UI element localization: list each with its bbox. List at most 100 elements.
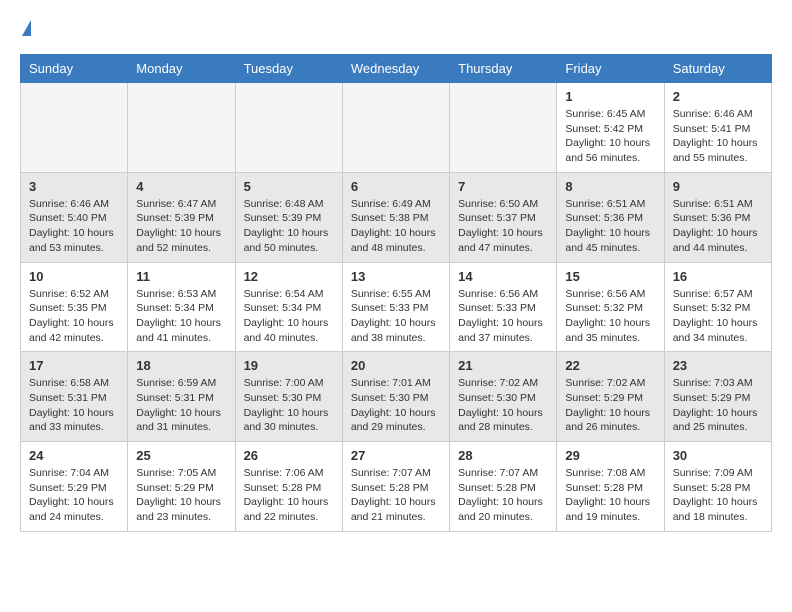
calendar-day-cell [21, 83, 128, 173]
day-number: 22 [565, 358, 655, 373]
day-info: Sunrise: 6:51 AM Sunset: 5:36 PM Dayligh… [565, 197, 655, 256]
day-number: 3 [29, 179, 119, 194]
calendar-day-cell: 21Sunrise: 7:02 AM Sunset: 5:30 PM Dayli… [450, 352, 557, 442]
calendar-day-cell: 17 Sunrise: 6:58 AM Sunset: 5:31 PM Dayli… [21, 352, 128, 442]
calendar-day-cell: 5 Sunrise: 6:48 AM Sunset: 5:39 PM Daylig… [235, 172, 342, 262]
calendar-day-cell: 26Sunrise: 7:06 AM Sunset: 5:28 PM Dayli… [235, 442, 342, 532]
calendar-week-row: 3 Sunrise: 6:46 AM Sunset: 5:40 PM Daylig… [21, 172, 772, 262]
day-number: 20 [351, 358, 441, 373]
day-number: 12 [244, 269, 334, 284]
page-header [20, 20, 772, 38]
day-info: Sunrise: 6:59 AM Sunset: 5:31 PM Dayligh… [136, 376, 226, 435]
calendar-day-cell: 3 Sunrise: 6:46 AM Sunset: 5:40 PM Daylig… [21, 172, 128, 262]
weekday-header-wednesday: Wednesday [342, 55, 449, 83]
day-number: 4 [136, 179, 226, 194]
day-number: 13 [351, 269, 441, 284]
calendar-day-cell: 14 Sunrise: 6:56 AM Sunset: 5:33 PM Dayli… [450, 262, 557, 352]
day-info: Sunrise: 6:50 AM Sunset: 5:37 PM Dayligh… [458, 197, 548, 256]
calendar-day-cell: 23Sunrise: 7:03 AM Sunset: 5:29 PM Dayli… [664, 352, 771, 442]
weekday-header-saturday: Saturday [664, 55, 771, 83]
calendar-day-cell [128, 83, 235, 173]
calendar-day-cell: 15Sunrise: 6:56 AM Sunset: 5:32 PM Dayli… [557, 262, 664, 352]
day-number: 14 [458, 269, 548, 284]
day-number: 16 [673, 269, 763, 284]
day-info: Sunrise: 7:02 AM Sunset: 5:29 PM Dayligh… [565, 376, 655, 435]
day-number: 6 [351, 179, 441, 194]
calendar-day-cell: 12 Sunrise: 6:54 AM Sunset: 5:34 PM Dayli… [235, 262, 342, 352]
day-info: Sunrise: 6:51 AM Sunset: 5:36 PM Dayligh… [673, 197, 763, 256]
weekday-header-thursday: Thursday [450, 55, 557, 83]
calendar-day-cell: 30 Sunrise: 7:09 AM Sunset: 5:28 PM Dayli… [664, 442, 771, 532]
day-number: 1 [565, 89, 655, 104]
day-info: Sunrise: 7:01 AM Sunset: 5:30 PM Dayligh… [351, 376, 441, 435]
day-info: Sunrise: 6:54 AM Sunset: 5:34 PM Dayligh… [244, 287, 334, 346]
calendar-day-cell: 27 Sunrise: 7:07 AM Sunset: 5:28 PM Dayli… [342, 442, 449, 532]
day-number: 8 [565, 179, 655, 194]
day-info: Sunrise: 6:57 AM Sunset: 5:32 PM Dayligh… [673, 287, 763, 346]
day-number: 9 [673, 179, 763, 194]
day-info: Sunrise: 7:08 AM Sunset: 5:28 PM Dayligh… [565, 466, 655, 525]
calendar-day-cell: 6 Sunrise: 6:49 AM Sunset: 5:38 PM Daylig… [342, 172, 449, 262]
day-number: 2 [673, 89, 763, 104]
day-number: 30 [673, 448, 763, 463]
day-number: 10 [29, 269, 119, 284]
day-number: 19 [244, 358, 334, 373]
calendar-day-cell: 19 Sunrise: 7:00 AM Sunset: 5:30 PM Dayli… [235, 352, 342, 442]
day-info: Sunrise: 7:05 AM Sunset: 5:29 PM Dayligh… [136, 466, 226, 525]
day-info: Sunrise: 7:03 AM Sunset: 5:29 PM Dayligh… [673, 376, 763, 435]
calendar-table: SundayMondayTuesdayWednesdayThursdayFrid… [20, 54, 772, 532]
day-info: Sunrise: 7:04 AM Sunset: 5:29 PM Dayligh… [29, 466, 119, 525]
day-info: Sunrise: 6:47 AM Sunset: 5:39 PM Dayligh… [136, 197, 226, 256]
day-info: Sunrise: 7:02 AM Sunset: 5:30 PM Dayligh… [458, 376, 548, 435]
day-info: Sunrise: 6:46 AM Sunset: 5:41 PM Dayligh… [673, 107, 763, 166]
calendar-day-cell: 22 Sunrise: 7:02 AM Sunset: 5:29 PM Dayli… [557, 352, 664, 442]
calendar-day-cell: 29 Sunrise: 7:08 AM Sunset: 5:28 PM Dayli… [557, 442, 664, 532]
day-info: Sunrise: 6:56 AM Sunset: 5:33 PM Dayligh… [458, 287, 548, 346]
day-info: Sunrise: 6:48 AM Sunset: 5:39 PM Dayligh… [244, 197, 334, 256]
day-info: Sunrise: 6:49 AM Sunset: 5:38 PM Dayligh… [351, 197, 441, 256]
calendar-day-cell: 2 Sunrise: 6:46 AM Sunset: 5:41 PM Daylig… [664, 83, 771, 173]
calendar-day-cell [450, 83, 557, 173]
day-number: 18 [136, 358, 226, 373]
calendar-day-cell [342, 83, 449, 173]
calendar-day-cell: 18 Sunrise: 6:59 AM Sunset: 5:31 PM Dayli… [128, 352, 235, 442]
day-number: 24 [29, 448, 119, 463]
calendar-day-cell: 7Sunrise: 6:50 AM Sunset: 5:37 PM Daylig… [450, 172, 557, 262]
calendar-day-cell: 13 Sunrise: 6:55 AM Sunset: 5:33 PM Dayli… [342, 262, 449, 352]
day-info: Sunrise: 7:07 AM Sunset: 5:28 PM Dayligh… [458, 466, 548, 525]
calendar-day-cell: 10 Sunrise: 6:52 AM Sunset: 5:35 PM Dayli… [21, 262, 128, 352]
logo-triangle-icon [22, 20, 31, 36]
weekday-header-friday: Friday [557, 55, 664, 83]
calendar-day-cell: 9 Sunrise: 6:51 AM Sunset: 5:36 PM Daylig… [664, 172, 771, 262]
day-number: 17 [29, 358, 119, 373]
calendar-day-cell: 11 Sunrise: 6:53 AM Sunset: 5:34 PM Dayli… [128, 262, 235, 352]
day-number: 11 [136, 269, 226, 284]
day-info: Sunrise: 6:55 AM Sunset: 5:33 PM Dayligh… [351, 287, 441, 346]
day-info: Sunrise: 6:45 AM Sunset: 5:42 PM Dayligh… [565, 107, 655, 166]
weekday-header-tuesday: Tuesday [235, 55, 342, 83]
day-info: Sunrise: 7:07 AM Sunset: 5:28 PM Dayligh… [351, 466, 441, 525]
weekday-header-sunday: Sunday [21, 55, 128, 83]
day-number: 25 [136, 448, 226, 463]
calendar-day-cell: 20 Sunrise: 7:01 AM Sunset: 5:30 PM Dayli… [342, 352, 449, 442]
day-info: Sunrise: 7:06 AM Sunset: 5:28 PM Dayligh… [244, 466, 334, 525]
day-number: 29 [565, 448, 655, 463]
day-info: Sunrise: 7:09 AM Sunset: 5:28 PM Dayligh… [673, 466, 763, 525]
calendar-day-cell: 8 Sunrise: 6:51 AM Sunset: 5:36 PM Daylig… [557, 172, 664, 262]
day-number: 27 [351, 448, 441, 463]
calendar-day-cell: 25 Sunrise: 7:05 AM Sunset: 5:29 PM Dayli… [128, 442, 235, 532]
calendar-day-cell: 4 Sunrise: 6:47 AM Sunset: 5:39 PM Daylig… [128, 172, 235, 262]
day-info: Sunrise: 6:58 AM Sunset: 5:31 PM Dayligh… [29, 376, 119, 435]
calendar-day-cell: 1 Sunrise: 6:45 AM Sunset: 5:42 PM Daylig… [557, 83, 664, 173]
calendar-day-cell [235, 83, 342, 173]
calendar-day-cell: 28Sunrise: 7:07 AM Sunset: 5:28 PM Dayli… [450, 442, 557, 532]
day-info: Sunrise: 6:46 AM Sunset: 5:40 PM Dayligh… [29, 197, 119, 256]
day-info: Sunrise: 6:53 AM Sunset: 5:34 PM Dayligh… [136, 287, 226, 346]
day-number: 5 [244, 179, 334, 194]
weekday-header-row: SundayMondayTuesdayWednesdayThursdayFrid… [21, 55, 772, 83]
weekday-header-monday: Monday [128, 55, 235, 83]
day-info: Sunrise: 6:52 AM Sunset: 5:35 PM Dayligh… [29, 287, 119, 346]
day-info: Sunrise: 7:00 AM Sunset: 5:30 PM Dayligh… [244, 376, 334, 435]
logo [20, 20, 31, 38]
calendar-week-row: 1 Sunrise: 6:45 AM Sunset: 5:42 PM Daylig… [21, 83, 772, 173]
